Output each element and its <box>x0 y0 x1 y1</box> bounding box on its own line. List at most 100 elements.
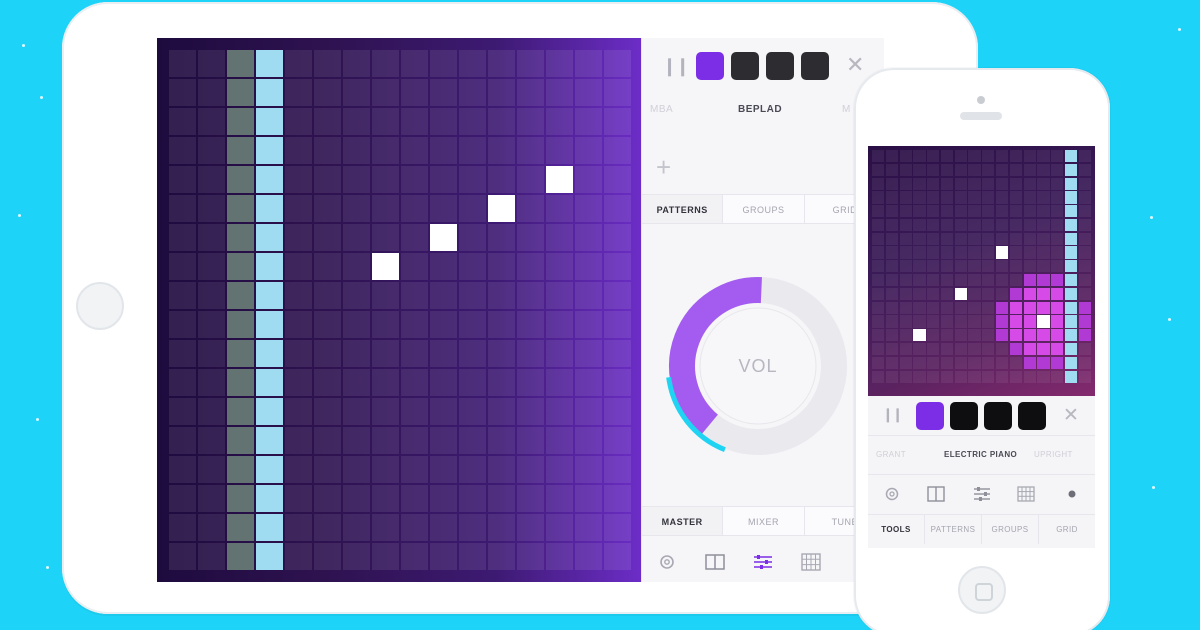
phone-grid-cell[interactable] <box>1037 205 1050 218</box>
grid-cell[interactable] <box>314 79 341 106</box>
phone-grid-cell[interactable] <box>1051 301 1064 314</box>
grid-cell[interactable] <box>575 166 602 193</box>
grid-cell[interactable] <box>256 311 283 338</box>
phone-grid-cell[interactable] <box>940 205 954 218</box>
grid-cell[interactable] <box>343 485 370 512</box>
phone-grid-cell[interactable] <box>954 218 967 232</box>
grid-cell[interactable] <box>430 369 457 396</box>
phone-grid-cell[interactable] <box>927 150 940 163</box>
phone-grid-cell[interactable] <box>872 329 885 342</box>
grid-cell[interactable] <box>575 485 602 512</box>
phone-grid-cell[interactable] <box>954 205 967 218</box>
grid-cell[interactable] <box>285 282 312 309</box>
phone-grid-cell[interactable] <box>1009 260 1022 273</box>
phone-grid-cell[interactable] <box>940 232 954 245</box>
grid-cell[interactable] <box>459 398 486 425</box>
phone-grid-cell[interactable] <box>996 356 1009 369</box>
phone-grid-cell[interactable] <box>885 232 898 245</box>
grid-cell[interactable] <box>198 253 225 280</box>
grid-cell[interactable] <box>227 485 254 512</box>
phone-grid-cell[interactable] <box>927 246 940 259</box>
grid-cell[interactable] <box>517 456 544 483</box>
phone-grid-cell[interactable] <box>885 301 898 314</box>
phone-grid-cell[interactable] <box>927 356 940 369</box>
phone-grid-cell[interactable] <box>872 370 885 383</box>
phone-grid-cell[interactable] <box>1051 287 1064 300</box>
grid-cell[interactable] <box>604 253 631 280</box>
phone-grid-cell[interactable] <box>982 342 995 356</box>
grid-cell[interactable] <box>401 50 428 77</box>
phone-grid-cell[interactable] <box>1009 232 1022 245</box>
phone-grid-cell[interactable] <box>885 329 898 342</box>
phone-grid-cell[interactable] <box>1023 191 1036 204</box>
phone-grid-cell[interactable] <box>1051 246 1064 259</box>
grid-cell[interactable] <box>285 456 312 483</box>
phone-grid-cell[interactable] <box>885 287 898 300</box>
sequencer-grid[interactable] <box>169 50 631 570</box>
grid-cell[interactable] <box>343 282 370 309</box>
grid-cell[interactable] <box>546 50 573 77</box>
grid-cell[interactable] <box>488 340 515 367</box>
grid-cell[interactable] <box>256 79 283 106</box>
grid-cell[interactable] <box>488 253 515 280</box>
instrument-next[interactable]: M <box>842 104 851 115</box>
phone-grid-cell[interactable] <box>1037 287 1050 300</box>
grid-cell[interactable] <box>343 79 370 106</box>
grid-cell[interactable] <box>430 485 457 512</box>
grid-cell[interactable] <box>343 253 370 280</box>
grid-cell[interactable] <box>401 456 428 483</box>
grid-cell[interactable] <box>372 369 399 396</box>
grid-cell[interactable] <box>314 253 341 280</box>
phone-grid-cell[interactable] <box>927 177 940 190</box>
grid-cell[interactable] <box>517 224 544 251</box>
phone-grid-cell[interactable] <box>1078 232 1091 245</box>
phone-grid-cell[interactable] <box>996 191 1009 204</box>
phone-grid-cell[interactable] <box>982 315 995 328</box>
phone-grid-cell[interactable] <box>1023 205 1036 218</box>
phone-grid-cell[interactable] <box>1078 246 1091 259</box>
tab-master[interactable]: MASTER <box>642 507 723 535</box>
grid-cell[interactable] <box>430 456 457 483</box>
grid-cell[interactable] <box>314 50 341 77</box>
grid-cell[interactable] <box>604 166 631 193</box>
grid-cell[interactable] <box>517 398 544 425</box>
grid-cell[interactable] <box>227 427 254 454</box>
phone-grid-cell[interactable] <box>913 370 926 383</box>
grid-cell[interactable] <box>604 282 631 309</box>
grid-cell[interactable] <box>575 79 602 106</box>
phone-grid-cell[interactable] <box>1023 232 1036 245</box>
grid-cell[interactable] <box>198 398 225 425</box>
grid-cell[interactable] <box>227 514 254 541</box>
phone-grid-cell[interactable] <box>1078 342 1091 356</box>
grid-cell[interactable] <box>517 253 544 280</box>
phone-grid-cell[interactable] <box>1023 274 1036 287</box>
phone-grid-cell[interactable] <box>982 287 995 300</box>
grid-cell[interactable] <box>198 456 225 483</box>
grid-cell[interactable] <box>198 485 225 512</box>
phone-grid-cell[interactable] <box>927 370 940 383</box>
phone-grid-cell[interactable] <box>982 177 995 190</box>
grid-cell[interactable] <box>285 137 312 164</box>
grid-cell-active[interactable] <box>546 166 573 193</box>
close-icon[interactable]: ✕ <box>846 52 864 78</box>
grid-cell[interactable] <box>575 514 602 541</box>
grid-cell[interactable] <box>285 195 312 222</box>
grid-cell[interactable] <box>604 369 631 396</box>
phone-grid-cell[interactable] <box>927 342 940 356</box>
grid-cell[interactable] <box>256 427 283 454</box>
grid-cell[interactable] <box>169 166 196 193</box>
grid-cell[interactable] <box>372 166 399 193</box>
grid-cell[interactable] <box>256 369 283 396</box>
grid-cell[interactable] <box>604 398 631 425</box>
pause-icon[interactable]: ❙❙ <box>662 56 690 77</box>
phone-grid-cell[interactable] <box>940 260 954 273</box>
phone-grid-cell[interactable] <box>996 287 1009 300</box>
grid-cell[interactable] <box>430 137 457 164</box>
grid-cell[interactable] <box>401 543 428 570</box>
phone-grid-cell[interactable] <box>1064 315 1078 328</box>
grid-cell[interactable] <box>546 369 573 396</box>
phone-grid-cell[interactable] <box>1051 177 1064 190</box>
grid-cell[interactable] <box>401 108 428 135</box>
phone-grid-cell[interactable] <box>927 205 940 218</box>
grid-cell[interactable] <box>372 311 399 338</box>
